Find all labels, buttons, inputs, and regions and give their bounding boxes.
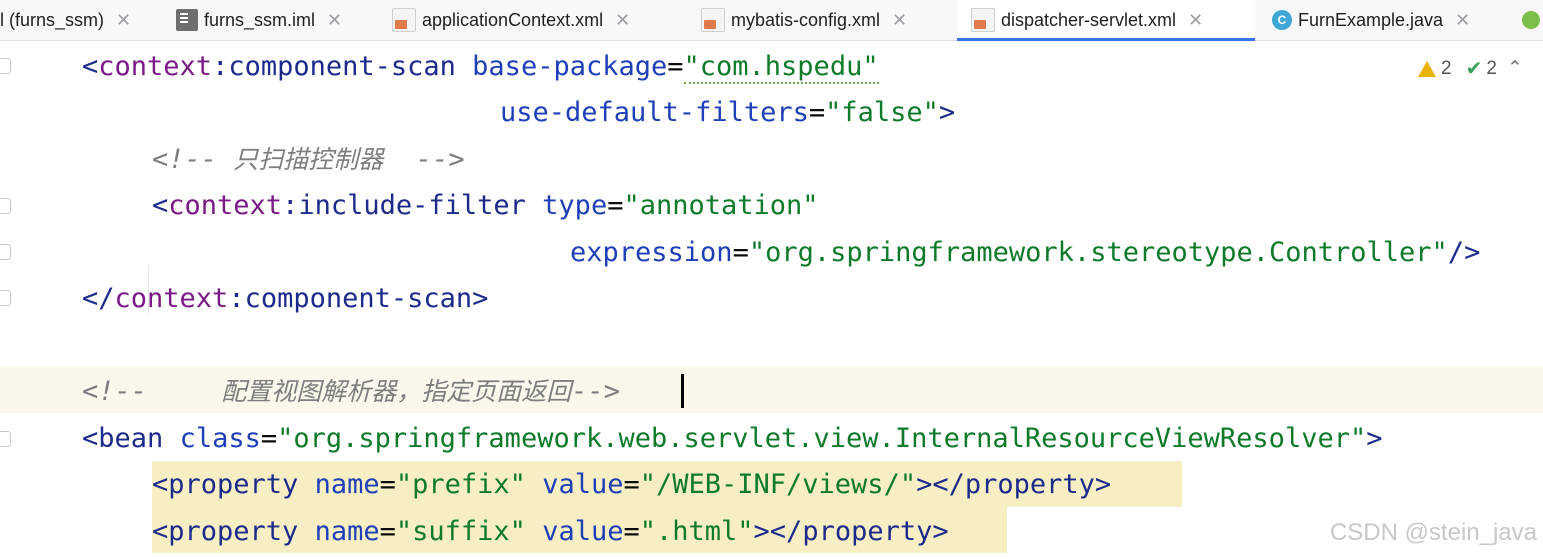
watermark: CSDN @stein_java xyxy=(1329,519,1537,546)
close-icon[interactable]: ✕ xyxy=(116,10,131,31)
tab-label: dispatcher-servlet.xml xyxy=(1001,9,1177,30)
java-class-icon: C xyxy=(1272,10,1292,30)
fold-marker-icon[interactable] xyxy=(0,290,11,306)
code-line: </context:component-scan> xyxy=(82,283,489,314)
interface-icon xyxy=(1522,11,1540,29)
code-editor[interactable]: 2 ✔ 2 ⌃ <context:component-scan base-pac… xyxy=(0,41,1543,559)
code-line: <context:component-scan base-package="co… xyxy=(82,51,879,84)
fold-marker-icon[interactable] xyxy=(0,198,11,214)
xml-file-icon xyxy=(701,8,725,32)
code-line: <property name="prefix" value="/WEB-INF/… xyxy=(152,469,1112,500)
xml-file-icon xyxy=(392,8,416,32)
inspection-widget[interactable]: 2 ✔ 2 ⌃ xyxy=(1418,56,1523,81)
weak-warning-count: 2 xyxy=(1486,57,1497,79)
tab-dispatcher-servlet-xml[interactable]: dispatcher-servlet.xml ✕ xyxy=(957,0,1255,41)
chevron-up-icon[interactable]: ⌃ xyxy=(1507,57,1523,80)
fold-marker-icon[interactable] xyxy=(0,431,11,447)
fold-marker-icon[interactable] xyxy=(0,244,11,260)
code-line: <bean class="org.springframework.web.ser… xyxy=(82,423,1383,454)
code-comment: <!-- 只扫描控制器 --> xyxy=(152,144,465,175)
code-line: use-default-filters="false"> xyxy=(500,97,956,128)
tab-project[interactable]: l (furns_ssm) ✕ xyxy=(0,0,131,40)
fold-marker-icon[interactable] xyxy=(0,58,11,74)
text-cursor xyxy=(681,374,684,408)
editor-tab-bar: l (furns_ssm) ✕ furns_ssm.iml ✕ applicat… xyxy=(0,0,1543,41)
code-line: expression="org.springframework.stereoty… xyxy=(570,237,1481,268)
weak-warning-icon: ✔ xyxy=(1465,58,1483,80)
close-icon[interactable]: ✕ xyxy=(327,10,342,31)
iml-file-icon xyxy=(176,9,198,31)
warning-icon xyxy=(1418,60,1436,77)
close-icon[interactable]: ✕ xyxy=(1455,10,1470,31)
tab-furn-example-java[interactable]: C FurnExample.java ✕ xyxy=(1272,0,1470,40)
close-icon[interactable]: ✕ xyxy=(892,10,907,31)
tab-mybatis-config-xml[interactable]: mybatis-config.xml ✕ xyxy=(701,0,907,40)
code-comment: <!-- 配置视图解析器，指定页面返回--> xyxy=(82,376,621,407)
close-icon[interactable]: ✕ xyxy=(615,10,630,31)
tab-overflow[interactable] xyxy=(1522,0,1543,40)
close-icon[interactable]: ✕ xyxy=(1188,10,1203,31)
tab-label: l (furns_ssm) xyxy=(0,9,105,30)
tab-application-context-xml[interactable]: applicationContext.xml ✕ xyxy=(392,0,630,40)
tab-label: FurnExample.java xyxy=(1298,9,1444,30)
warning-count: 2 xyxy=(1441,57,1452,79)
xml-file-icon xyxy=(971,8,995,32)
code-line: <property name="suffix" value=".html"></… xyxy=(152,516,949,547)
tab-label: applicationContext.xml xyxy=(422,9,604,30)
tab-label: furns_ssm.iml xyxy=(204,9,316,30)
tab-label: mybatis-config.xml xyxy=(731,9,881,30)
code-line: <context:include-filter type="annotation… xyxy=(152,190,819,221)
tab-furns-ssm-iml[interactable]: furns_ssm.iml ✕ xyxy=(176,0,342,40)
